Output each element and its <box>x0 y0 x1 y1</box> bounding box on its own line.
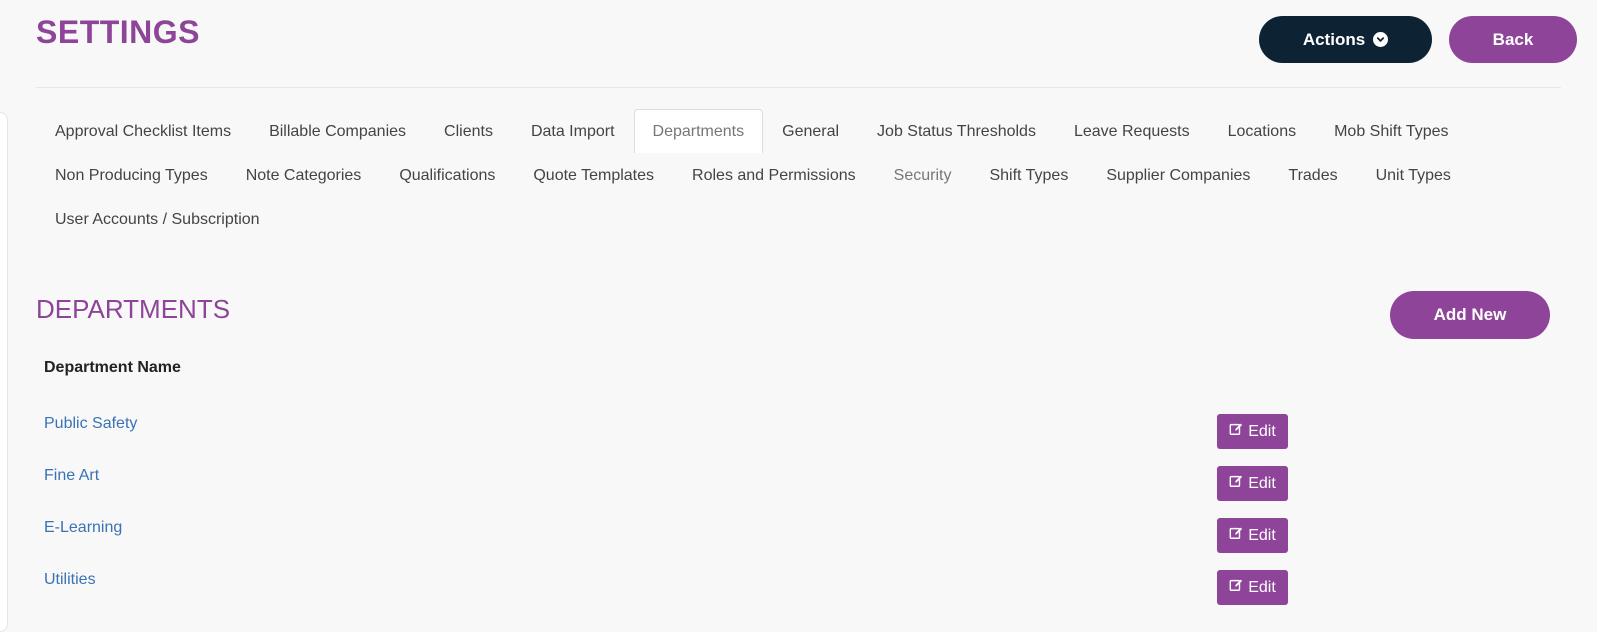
department-name-link[interactable]: Public Safety <box>44 415 137 433</box>
tab-roles-and-permissions[interactable]: Roles and Permissions <box>673 153 875 197</box>
tab-qualifications[interactable]: Qualifications <box>380 153 514 197</box>
tab-trades[interactable]: Trades <box>1269 153 1356 197</box>
tab-supplier-companies[interactable]: Supplier Companies <box>1087 153 1269 197</box>
department-name-link[interactable]: E-Learning <box>44 519 122 537</box>
back-button[interactable]: Back <box>1449 16 1577 63</box>
page-header: SETTINGS Actions Back <box>36 0 1577 88</box>
column-header-department-name: Department Name <box>44 359 181 376</box>
edit-button[interactable]: Edit <box>1217 414 1288 449</box>
tab-row: Approval Checklist Items Billable Compani… <box>36 109 1561 153</box>
tab-job-status-thresholds[interactable]: Job Status Thresholds <box>858 109 1055 153</box>
edit-label: Edit <box>1248 422 1276 440</box>
add-new-button[interactable]: Add New <box>1390 291 1550 339</box>
table-row: Public Safety Edit <box>0 404 1597 456</box>
tab-data-import[interactable]: Data Import <box>512 109 634 153</box>
actions-button[interactable]: Actions <box>1259 16 1432 63</box>
tab-mob-shift-types[interactable]: Mob Shift Types <box>1315 109 1467 153</box>
edit-icon <box>1229 474 1243 493</box>
tab-general[interactable]: General <box>763 109 858 153</box>
table-row: Utilities Edit <box>0 560 1597 612</box>
tab-shift-types[interactable]: Shift Types <box>970 153 1087 197</box>
edit-label: Edit <box>1248 526 1276 544</box>
edit-button[interactable]: Edit <box>1217 518 1288 553</box>
tab-unit-types[interactable]: Unit Types <box>1357 153 1470 197</box>
tab-quote-templates[interactable]: Quote Templates <box>514 153 673 197</box>
edit-icon <box>1229 578 1243 597</box>
chevron-down-circle-icon <box>1373 32 1389 47</box>
department-name-link[interactable]: Utilities <box>44 571 96 589</box>
tab-clients[interactable]: Clients <box>425 109 512 153</box>
table-row: Fine Art Edit <box>0 456 1597 508</box>
edit-label: Edit <box>1248 578 1276 596</box>
tab-row: User Accounts / Subscription <box>36 197 1561 241</box>
tab-approval-checklist-items[interactable]: Approval Checklist Items <box>36 109 250 153</box>
edit-icon <box>1229 526 1243 545</box>
tab-note-categories[interactable]: Note Categories <box>227 153 381 197</box>
page-title: SETTINGS <box>36 14 201 50</box>
edit-label: Edit <box>1248 474 1276 492</box>
tab-user-accounts-subscription[interactable]: User Accounts / Subscription <box>36 197 279 241</box>
tab-non-producing-types[interactable]: Non Producing Types <box>36 153 227 197</box>
tab-leave-requests[interactable]: Leave Requests <box>1055 109 1209 153</box>
tab-security[interactable]: Security <box>875 153 971 197</box>
tab-billable-companies[interactable]: Billable Companies <box>250 109 425 153</box>
table-row: E-Learning Edit <box>0 508 1597 560</box>
department-name-link[interactable]: Fine Art <box>44 467 99 485</box>
edit-button[interactable]: Edit <box>1217 570 1288 605</box>
tab-row: Non Producing Types Note Categories Qualif… <box>36 153 1561 197</box>
tab-departments[interactable]: Departments <box>633 109 764 153</box>
edit-icon <box>1229 422 1243 441</box>
tab-locations[interactable]: Locations <box>1209 109 1316 153</box>
department-list: Public Safety Edit Fine Art Edit E-Learning E… <box>0 404 1597 612</box>
section-title: DEPARTMENTS <box>36 294 231 324</box>
edit-button[interactable]: Edit <box>1217 466 1288 501</box>
actions-label: Actions <box>1302 29 1366 49</box>
settings-tabs: Approval Checklist Items Billable Compani… <box>36 109 1561 241</box>
